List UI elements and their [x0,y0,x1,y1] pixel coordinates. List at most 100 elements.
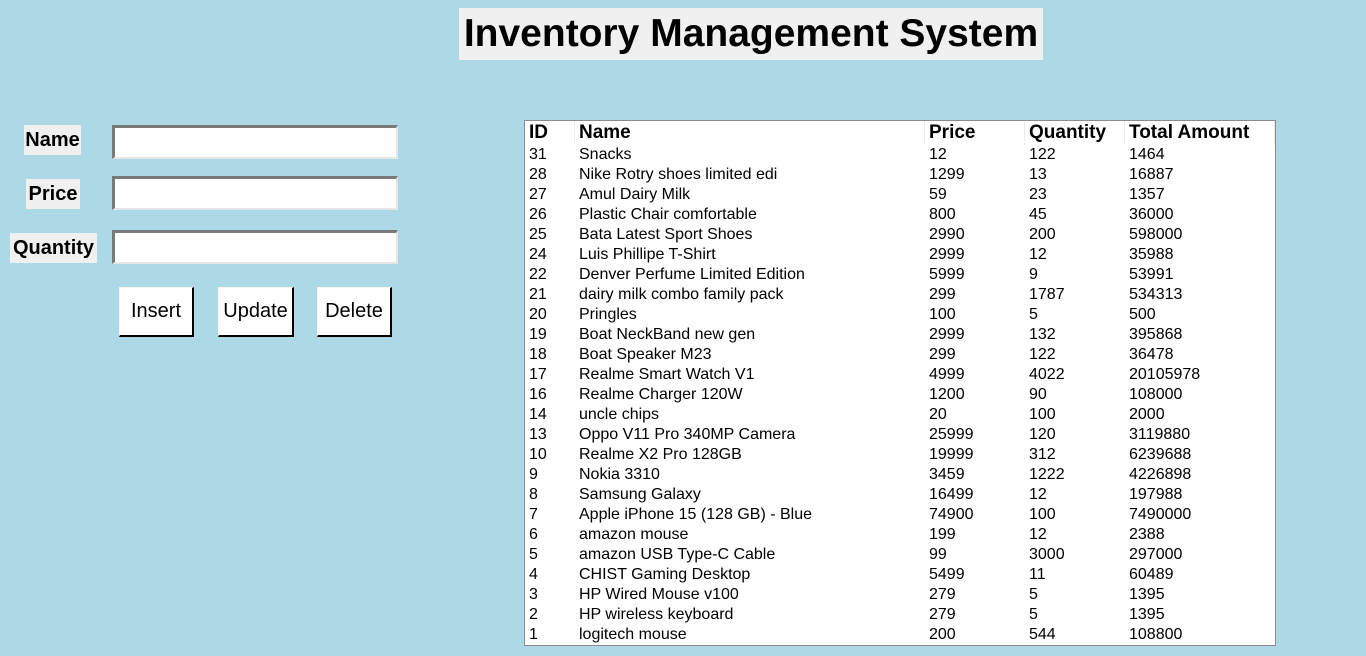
table-row[interactable]: 31 Snacks 12 122 1464 [525,145,1275,165]
cell-id: 13 [529,426,547,443]
column-header-id[interactable]: ID [525,121,575,145]
cell-id: 27 [529,186,547,203]
cell-price: 20 [929,406,947,423]
insert-button[interactable]: Insert [119,287,194,337]
table-row[interactable]: 21 dairy milk combo family pack 299 1787 534… [525,285,1275,305]
cell-price: 99 [929,546,947,563]
table-row[interactable]: 27 Amul Dairy Milk 59 23 1357 [525,185,1275,205]
inventory-table[interactable]: ID Name Price Quantity Total Amount 31 Sn… [524,120,1276,646]
table-row[interactable]: 10 Realme X2 Pro 128GB 19999 312 6239688 [525,445,1275,465]
table-row[interactable]: 5 amazon USB Type-C Cable 99 3000 297000 [525,545,1275,565]
cell-id: 3 [529,586,538,603]
quantity-input[interactable] [112,230,398,264]
cell-total-amount: 1357 [1129,186,1165,203]
cell-id: 18 [529,346,547,363]
table-row[interactable]: 14 uncle chips 20 100 2000 [525,405,1275,425]
table-row[interactable]: 18 Boat Speaker M23 299 122 36478 [525,345,1275,365]
cell-total-amount: 197988 [1129,486,1183,503]
cell-id: 24 [529,246,547,263]
cell-quantity: 3000 [1029,546,1065,563]
cell-name: HP wireless keyboard [579,606,734,623]
column-header-price[interactable]: Price [925,121,1025,145]
cell-name: Apple iPhone 15 (128 GB) - Blue [579,506,813,523]
cell-quantity: 5 [1029,586,1038,603]
table-row[interactable]: 17 Realme Smart Watch V1 4999 4022 20105978 [525,365,1275,385]
cell-total-amount: 500 [1129,306,1156,323]
table-row[interactable]: 20 Pringles 100 5 500 [525,305,1275,325]
cell-price: 5499 [929,566,965,583]
table-row[interactable]: 16 Realme Charger 120W 1200 90 108000 [525,385,1275,405]
cell-name: Realme X2 Pro 128GB [579,446,742,463]
cell-id: 25 [529,226,547,243]
cell-id: 16 [529,386,547,403]
table-row[interactable]: 22 Denver Perfume Limited Edition 5999 9 539… [525,265,1275,285]
cell-quantity: 11 [1029,566,1046,583]
cell-quantity: 12 [1029,246,1047,263]
cell-name: Bata Latest Sport Shoes [579,226,753,243]
cell-quantity: 132 [1029,326,1056,343]
cell-name: Nokia 3310 [579,466,660,483]
cell-price: 199 [929,526,956,543]
cell-name: Realme Charger 120W [579,386,743,403]
cell-price: 4999 [929,366,965,383]
cell-quantity: 1787 [1029,286,1065,303]
cell-price: 1200 [929,386,965,403]
cell-total-amount: 2000 [1129,406,1165,423]
table-header: ID Name Price Quantity Total Amount [525,121,1275,145]
cell-id: 31 [529,146,547,163]
cell-id: 20 [529,306,547,323]
table-row[interactable]: 19 Boat NeckBand new gen 2999 132 395868 [525,325,1275,345]
table-row[interactable]: 26 Plastic Chair comfortable 800 45 36000 [525,205,1275,225]
table-row[interactable]: 1 logitech mouse 200 544 108800 [525,625,1275,645]
cell-total-amount: 297000 [1129,546,1183,563]
column-header-quantity[interactable]: Quantity [1025,121,1125,145]
cell-id: 2 [529,606,538,623]
cell-name: Boat NeckBand new gen [579,326,756,343]
table-row[interactable]: 24 Luis Phillipe T-Shirt 2999 12 35988 [525,245,1275,265]
cell-total-amount: 108000 [1129,386,1183,403]
table-row[interactable]: 9 Nokia 3310 3459 1222 4226898 [525,465,1275,485]
cell-total-amount: 16887 [1129,166,1174,183]
cell-name: dairy milk combo family pack [579,286,784,303]
table-row[interactable]: 2 HP wireless keyboard 279 5 1395 [525,605,1275,625]
cell-price: 100 [929,306,956,323]
cell-total-amount: 35988 [1129,246,1174,263]
cell-name: HP Wired Mouse v100 [579,586,739,603]
cell-price: 299 [929,286,956,303]
table-row[interactable]: 7 Apple iPhone 15 (128 GB) - Blue 74900 100… [525,505,1275,525]
cell-price: 200 [929,626,956,643]
cell-id: 5 [529,546,538,563]
cell-price: 2990 [929,226,965,243]
cell-total-amount: 36478 [1129,346,1174,363]
cell-total-amount: 60489 [1129,566,1174,583]
cell-quantity: 544 [1029,626,1056,643]
table-row[interactable]: 8 Samsung Galaxy 16499 12 197988 [525,485,1275,505]
table-row[interactable]: 4 CHIST Gaming Desktop 5499 11 60489 [525,565,1275,585]
table-row[interactable]: 3 HP Wired Mouse v100 279 5 1395 [525,585,1275,605]
cell-quantity: 122 [1029,146,1056,163]
cell-total-amount: 7490000 [1129,506,1192,523]
table-row[interactable]: 6 amazon mouse 199 12 2388 [525,525,1275,545]
cell-quantity: 12 [1029,486,1047,503]
cell-name: Nike Rotry shoes limited edi [579,166,778,183]
table-row[interactable]: 28 Nike Rotry shoes limited edi 1299 13 1688… [525,165,1275,185]
cell-quantity: 23 [1029,186,1047,203]
cell-total-amount: 1395 [1129,606,1165,623]
price-input[interactable] [112,176,398,210]
cell-quantity: 200 [1029,226,1056,243]
cell-total-amount: 4226898 [1129,466,1192,483]
price-label: Price [26,179,80,209]
cell-price: 5999 [929,266,965,283]
cell-quantity: 12 [1029,526,1047,543]
table-row[interactable]: 25 Bata Latest Sport Shoes 2990 200 598000 [525,225,1275,245]
name-input[interactable] [112,125,398,159]
update-button[interactable]: Update [218,287,294,337]
delete-button[interactable]: Delete [317,287,392,337]
cell-price: 1299 [929,166,965,183]
table-row[interactable]: 13 Oppo V11 Pro 340MP Camera 25999 120 31198… [525,425,1275,445]
cell-total-amount: 6239688 [1129,446,1192,463]
cell-id: 1 [529,626,538,643]
column-header-total-amount[interactable]: Total Amount [1125,121,1275,145]
cell-id: 21 [529,286,547,303]
column-header-name[interactable]: Name [575,121,925,145]
